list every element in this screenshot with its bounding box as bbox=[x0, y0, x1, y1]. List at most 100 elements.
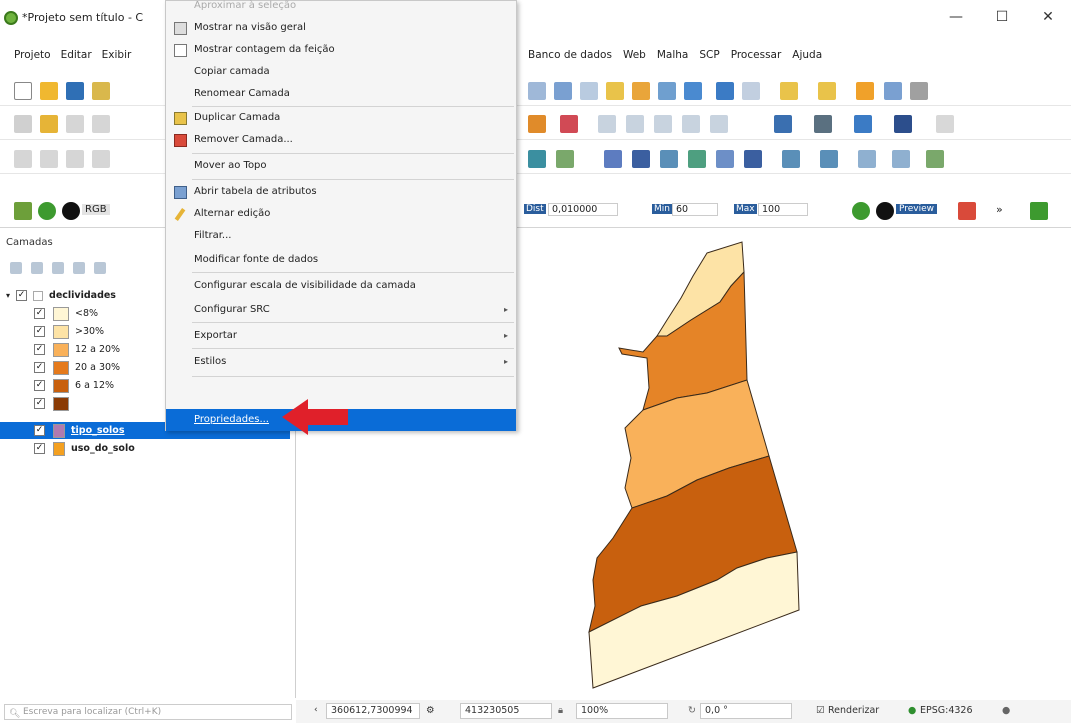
menu-item-toggle-editing[interactable]: Alternar edição bbox=[166, 203, 516, 225]
add-wcs-icon[interactable] bbox=[782, 150, 800, 168]
menu-item-attribute-table[interactable]: Abrir tabela de atributos bbox=[166, 181, 516, 203]
select-icon[interactable] bbox=[742, 82, 760, 100]
move-label-icon[interactable] bbox=[66, 150, 84, 168]
zoom-out-icon[interactable] bbox=[580, 82, 598, 100]
add-csv-icon[interactable] bbox=[604, 150, 622, 168]
max-input[interactable]: 100 bbox=[758, 203, 808, 216]
locator-search-input[interactable]: 🔍︎ Escreva para localizar (Ctrl+K) bbox=[4, 704, 292, 720]
legend-checkbox[interactable]: ✓ bbox=[34, 344, 45, 355]
menu-item-move-to-top[interactable]: Mover ao Topo bbox=[166, 155, 516, 177]
menu-item-duplicate-layer[interactable]: Duplicar Camada bbox=[166, 107, 516, 129]
legend-checkbox[interactable]: ✓ bbox=[34, 398, 45, 409]
menu-item-change-source[interactable]: Modificar fonte de dados bbox=[166, 249, 516, 271]
rotate-label-icon[interactable] bbox=[92, 150, 110, 168]
identify-icon[interactable] bbox=[716, 82, 734, 100]
dist-input[interactable]: 0,010000 bbox=[548, 203, 618, 216]
menu-ajuda[interactable]: Ajuda bbox=[792, 49, 822, 61]
field-calc-icon[interactable] bbox=[856, 82, 874, 100]
messages-icon[interactable]: ● bbox=[1002, 705, 1010, 716]
band-set-icon[interactable] bbox=[1030, 202, 1048, 220]
toggle-edit-icon[interactable] bbox=[40, 115, 58, 133]
add-wfs-icon[interactable] bbox=[744, 150, 762, 168]
new-geopackage-icon[interactable] bbox=[926, 150, 944, 168]
add-mssql-icon[interactable] bbox=[688, 150, 706, 168]
attribute-table-icon[interactable] bbox=[884, 82, 902, 100]
label-tool-icon[interactable] bbox=[14, 150, 32, 168]
menu-item-show-overview[interactable]: Mostrar na visão geral bbox=[166, 17, 516, 39]
legend-item[interactable]: ✓ 12 a 20% bbox=[34, 341, 120, 358]
legend-item[interactable]: ✓ 6 a 12% bbox=[34, 377, 114, 394]
new-project-icon[interactable] bbox=[14, 82, 32, 100]
preview-button[interactable]: Preview bbox=[896, 204, 938, 214]
menu-item-filter[interactable]: Filtrar... bbox=[166, 225, 516, 247]
scale-field[interactable]: 413230505 bbox=[460, 703, 552, 719]
crs-globe-icon[interactable]: ● bbox=[908, 705, 916, 716]
new-layer-icon[interactable] bbox=[858, 150, 876, 168]
layer-checkbox[interactable]: ✓ bbox=[34, 425, 45, 436]
minimize-button[interactable]: — bbox=[933, 0, 979, 34]
layer-checkbox[interactable]: ✓ bbox=[34, 443, 45, 454]
manage-map-themes-icon[interactable] bbox=[52, 262, 64, 274]
statistics-icon[interactable] bbox=[910, 82, 928, 100]
digitize-icon[interactable] bbox=[528, 115, 546, 133]
rgb-toggle-icon[interactable] bbox=[62, 202, 80, 220]
menu-item-styles[interactable]: Estilos ▸ bbox=[166, 351, 516, 373]
layer-checkbox[interactable]: ✓ bbox=[16, 290, 28, 301]
menu-item-rename-layer[interactable]: Renomear Camada bbox=[166, 83, 516, 105]
menu-banco-de-dados[interactable]: Banco de dados bbox=[528, 49, 612, 61]
legend-checkbox[interactable]: ✓ bbox=[34, 308, 45, 319]
legend-checkbox[interactable]: ✓ bbox=[34, 362, 45, 373]
bookmarks-icon[interactable] bbox=[658, 82, 676, 100]
pan-icon[interactable] bbox=[528, 82, 546, 100]
delete-selected-icon[interactable] bbox=[560, 115, 578, 133]
python-icon[interactable] bbox=[854, 115, 872, 133]
save-edits-icon[interactable] bbox=[66, 115, 84, 133]
undo-icon[interactable] bbox=[682, 115, 700, 133]
wrench-icon[interactable] bbox=[936, 115, 954, 133]
preview-toggle-icon[interactable] bbox=[876, 202, 894, 220]
menu-item-scale-visibility[interactable]: Configurar escala de visibilidade da cam… bbox=[166, 275, 516, 297]
menu-item-remove-layer[interactable]: Remover Camada... bbox=[166, 129, 516, 151]
legend-checkbox[interactable]: ✓ bbox=[34, 326, 45, 337]
zoom-preview-icon[interactable] bbox=[852, 202, 870, 220]
menu-projeto[interactable]: Projeto bbox=[14, 49, 51, 61]
menu-web[interactable]: Web bbox=[623, 49, 646, 61]
database-icon[interactable] bbox=[774, 115, 792, 133]
menu-processar[interactable]: Processar bbox=[731, 49, 782, 61]
select-features-icon[interactable] bbox=[780, 82, 798, 100]
add-wms-icon[interactable] bbox=[716, 150, 734, 168]
save-project-icon[interactable] bbox=[66, 82, 84, 100]
processing-icon[interactable] bbox=[894, 115, 912, 133]
render-checkbox[interactable]: ☑ bbox=[816, 705, 825, 716]
save-as-icon[interactable] bbox=[92, 82, 110, 100]
deselect-icon[interactable] bbox=[818, 82, 836, 100]
cut-features-icon[interactable] bbox=[598, 115, 616, 133]
add-spatialite-icon[interactable] bbox=[632, 150, 650, 168]
filter-icon[interactable] bbox=[73, 262, 85, 274]
overflow-chevron-icon[interactable]: » bbox=[996, 203, 1003, 216]
zoom-selection-icon[interactable] bbox=[632, 82, 650, 100]
zoom-in-icon[interactable] bbox=[554, 82, 572, 100]
close-button[interactable]: ✕ bbox=[1025, 0, 1071, 34]
add-raster-icon[interactable] bbox=[556, 150, 574, 168]
paste-features-icon[interactable] bbox=[654, 115, 672, 133]
magnifier-field[interactable]: 100% bbox=[576, 703, 668, 719]
menu-item-feature-count[interactable]: Mostrar contagem da feição bbox=[166, 39, 516, 61]
add-group-icon[interactable] bbox=[31, 262, 43, 274]
new-shapefile-icon[interactable] bbox=[892, 150, 910, 168]
edit-pencil-icon[interactable] bbox=[14, 115, 32, 133]
min-input[interactable]: 60 bbox=[672, 203, 718, 216]
menu-item-copy-layer[interactable]: Copiar camada bbox=[166, 61, 516, 83]
copy-features-icon[interactable] bbox=[626, 115, 644, 133]
add-oracle-icon[interactable] bbox=[820, 150, 838, 168]
legend-item[interactable]: ✓ 20 a 30% bbox=[34, 359, 120, 376]
menu-scp[interactable]: SCP bbox=[699, 49, 719, 61]
crs-label[interactable]: EPSG:4326 bbox=[920, 705, 973, 716]
legend-item[interactable]: ✓ <8% bbox=[34, 305, 98, 322]
filter-legend-icon[interactable] bbox=[94, 262, 106, 274]
maximize-button[interactable]: ☐ bbox=[979, 0, 1025, 34]
layer-uso-do-solo[interactable]: ✓ uso_do_solo bbox=[34, 440, 135, 457]
menu-editar[interactable]: Editar bbox=[61, 49, 92, 61]
menu-item-set-crs[interactable]: Configurar SRC ▸ bbox=[166, 299, 516, 321]
zoom-search-icon[interactable] bbox=[38, 202, 56, 220]
